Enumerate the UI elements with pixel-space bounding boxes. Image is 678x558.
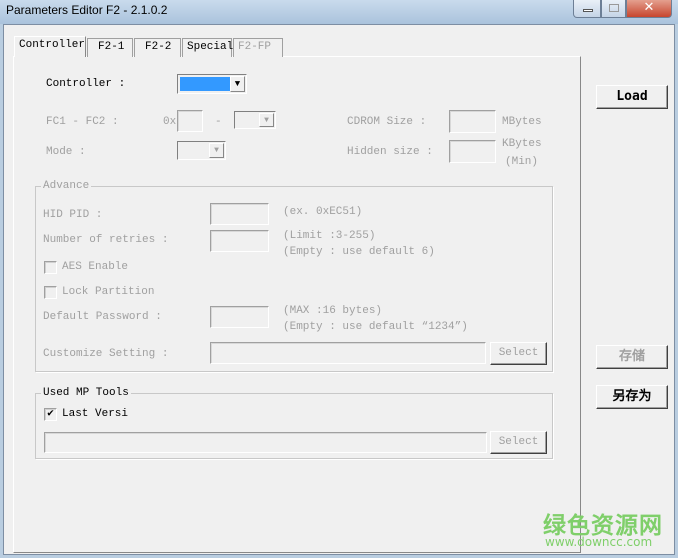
- password-hint-default: (Empty : use default “1234”): [283, 321, 468, 333]
- checkmark-icon: ✔: [47, 408, 54, 420]
- maximize-button[interactable]: [601, 0, 626, 18]
- customize-label: Customize Setting :: [43, 348, 169, 360]
- close-icon: ✕: [643, 0, 655, 15]
- fc1-input[interactable]: [177, 110, 203, 132]
- mp-tools-select-button[interactable]: Select: [490, 431, 547, 454]
- lock-partition-checkbox[interactable]: [44, 286, 57, 299]
- fc-dash: -: [215, 116, 222, 128]
- hid-pid-hint: (ex. 0xEC51): [283, 206, 363, 218]
- lock-partition-label: Lock Partition: [62, 286, 155, 298]
- mp-tools-group-title: Used MP Tools: [41, 387, 131, 399]
- advance-group-title: Advance: [41, 180, 92, 192]
- chevron-down-icon: ▼: [230, 76, 245, 92]
- fc-label: FC1 - FC2 :: [46, 116, 119, 128]
- hidden-unit-min: (Min): [505, 156, 539, 168]
- cdrom-size-input[interactable]: [449, 110, 496, 133]
- hidden-size-input[interactable]: [449, 140, 496, 163]
- cdrom-unit: MBytes: [502, 116, 542, 128]
- load-button[interactable]: Load: [596, 85, 668, 109]
- tab-f2-1[interactable]: F2-1: [87, 38, 133, 57]
- save-button[interactable]: 存储: [596, 345, 668, 369]
- hidden-label: Hidden size :: [347, 146, 433, 158]
- fc2-select[interactable]: ▼: [234, 111, 276, 129]
- mode-select[interactable]: ▼: [177, 141, 226, 160]
- aes-enable-label: AES Enable: [62, 261, 129, 273]
- customize-select-button[interactable]: Select: [490, 342, 547, 365]
- fc-prefix: 0x: [163, 116, 177, 128]
- hid-pid-input[interactable]: [210, 203, 269, 225]
- password-hint-max: (MAX :16 bytes): [283, 305, 383, 317]
- aes-enable-checkbox[interactable]: [44, 261, 57, 274]
- window-title: Parameters Editor F2 - 2.1.0.2: [6, 3, 168, 17]
- mode-label: Mode :: [46, 146, 86, 158]
- retries-input[interactable]: [210, 230, 269, 252]
- password-label: Default Password :: [43, 311, 162, 323]
- mp-tools-path-input[interactable]: [44, 432, 487, 453]
- hidden-unit: KBytes: [502, 138, 542, 150]
- tab-f2-2[interactable]: F2-2: [134, 38, 181, 57]
- retries-label: Number of retries :: [43, 234, 169, 246]
- retries-hint-limit: (Limit :3-255): [283, 230, 376, 242]
- customize-setting-input[interactable]: [210, 342, 486, 364]
- controller-selected-value: [180, 77, 230, 91]
- save-as-button[interactable]: 另存为: [596, 385, 668, 409]
- retries-hint-default: (Empty : use default 6): [283, 246, 435, 258]
- password-input[interactable]: [210, 306, 269, 328]
- tab-controller[interactable]: Controller: [14, 36, 86, 57]
- chevron-down-icon: ▼: [259, 113, 274, 127]
- last-version-label: Last Versi: [62, 408, 129, 420]
- controller-select[interactable]: ▼: [177, 74, 247, 94]
- tab-special[interactable]: Special: [182, 38, 233, 57]
- last-version-checkbox[interactable]: ✔: [44, 408, 57, 421]
- watermark-url: www.downcc.com: [545, 535, 653, 549]
- hid-pid-label: HID PID :: [43, 209, 103, 221]
- chevron-down-icon: ▼: [209, 143, 224, 158]
- controller-label: Controller :: [46, 78, 126, 90]
- close-button[interactable]: ✕: [626, 0, 672, 18]
- cdrom-label: CDROM Size :: [347, 116, 427, 128]
- minimize-button[interactable]: [573, 0, 601, 18]
- tab-f2-fp[interactable]: F2-FP: [233, 38, 283, 57]
